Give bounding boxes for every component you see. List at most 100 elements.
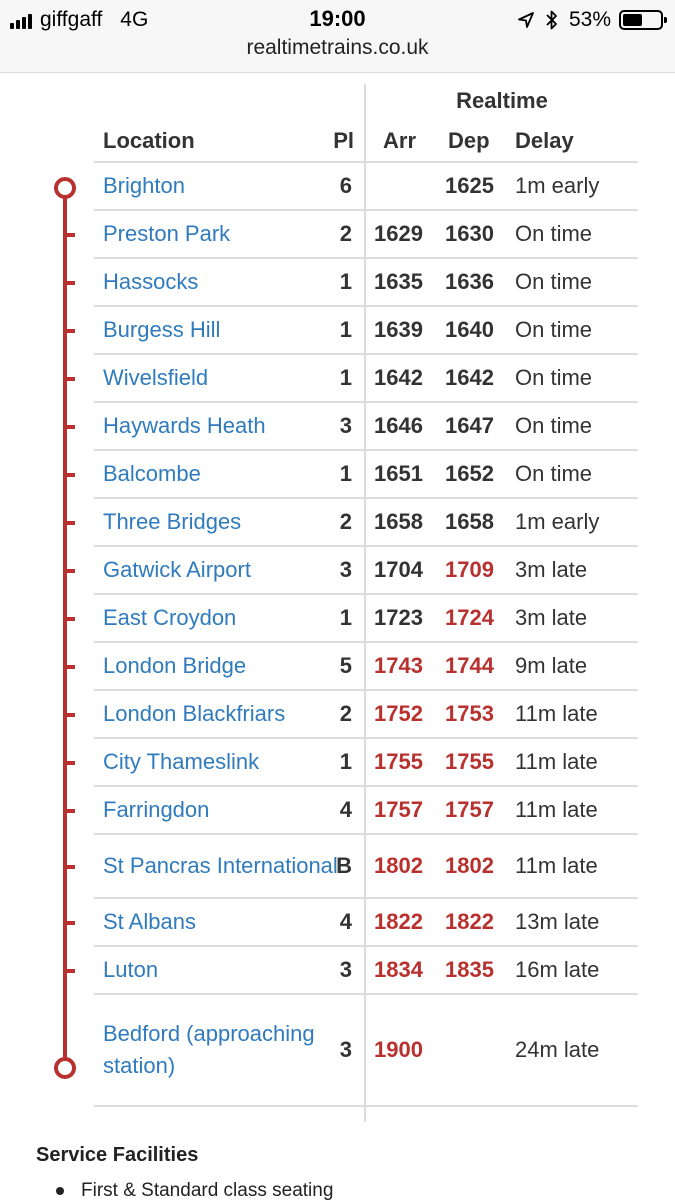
arrival-time: 1834 xyxy=(374,957,423,982)
arrival-time: 1743 xyxy=(374,653,423,678)
departure-time: 1757 xyxy=(445,797,494,822)
platform-cell: 2 xyxy=(339,701,352,726)
table-row: Brighton 6 1625 1m early xyxy=(0,163,675,211)
departure-time: 1744 xyxy=(445,653,494,678)
location-link[interactable]: Farringdon xyxy=(103,787,353,833)
departure-time: 1755 xyxy=(445,749,494,774)
departure-time: 1835 xyxy=(445,957,494,982)
location-link[interactable]: Balcombe xyxy=(103,451,353,497)
location-link[interactable]: Burgess Hill xyxy=(103,307,353,353)
location-link[interactable]: London Blackfriars xyxy=(103,691,353,737)
table-row: Luton 3 1834 1835 16m late xyxy=(0,947,675,995)
delay-status: On time xyxy=(515,269,593,294)
platform-cell: 5 xyxy=(339,653,352,678)
delay-status: 3m late xyxy=(515,605,588,630)
address-bar-url[interactable]: realtimetrains.co.uk xyxy=(0,36,675,60)
location-link[interactable]: Hassocks xyxy=(103,259,353,305)
location-link[interactable]: East Croydon xyxy=(103,595,353,641)
platform-cell: 1 xyxy=(339,749,352,774)
arrival-time: 1822 xyxy=(374,909,423,934)
location-link[interactable]: St Pancras International xyxy=(103,835,353,897)
location-link[interactable]: Brighton xyxy=(103,163,353,209)
delay-status: 11m late xyxy=(515,853,598,878)
delay-status: 24m late xyxy=(515,1037,600,1062)
location-link[interactable]: City Thameslink xyxy=(103,739,353,785)
location-link[interactable]: Bedford (approaching station) xyxy=(103,995,353,1105)
delay-header: Delay xyxy=(515,128,574,153)
location-link[interactable]: Preston Park xyxy=(103,211,353,257)
delay-status: 13m late xyxy=(515,909,600,934)
table-row: East Croydon 1 1723 1724 3m late xyxy=(0,595,675,643)
platform-cell: 4 xyxy=(339,797,352,822)
platform-cell: 1 xyxy=(339,269,352,294)
platform-cell: 4 xyxy=(339,909,352,934)
table-row: Burgess Hill 1 1639 1640 On time xyxy=(0,307,675,355)
arrival-time: 1639 xyxy=(374,317,423,342)
departure-time: 1652 xyxy=(445,461,494,486)
location-link[interactable]: St Albans xyxy=(103,899,353,945)
platform-cell: 3 xyxy=(339,1037,352,1062)
delay-status: On time xyxy=(515,461,593,486)
table-row: Gatwick Airport 3 1704 1709 3m late xyxy=(0,547,675,595)
arrival-time: 1635 xyxy=(374,269,423,294)
platform-cell: 1 xyxy=(339,365,352,390)
departure-time: 1724 xyxy=(445,605,494,630)
delay-status: 3m late xyxy=(515,557,588,582)
departure-time: 1625 xyxy=(445,173,494,198)
arrival-time: 1757 xyxy=(374,797,423,822)
dep-header: Dep xyxy=(448,128,490,153)
arrival-time: 1900 xyxy=(374,1037,423,1062)
table-row: London Blackfriars 2 1752 1753 11m late xyxy=(0,691,675,739)
delay-status: 11m late xyxy=(515,797,598,822)
table-row: Haywards Heath 3 1646 1647 On time xyxy=(0,403,675,451)
table-row: St Pancras International B 1802 1802 11m lat… xyxy=(0,835,675,899)
platform-cell: 3 xyxy=(339,413,352,438)
delay-status: On time xyxy=(515,317,593,342)
table-row: Wivelsfield 1 1642 1642 On time xyxy=(0,355,675,403)
location-arrow-icon xyxy=(518,12,534,28)
departure-time: 1640 xyxy=(445,317,494,342)
arrival-time: 1704 xyxy=(374,557,423,582)
delay-status: On time xyxy=(515,413,593,438)
facility-item-label: First & Standard class seating xyxy=(81,1180,334,1201)
delay-status: On time xyxy=(515,221,593,246)
platform-cell: 1 xyxy=(339,605,352,630)
delay-status: 1m early xyxy=(515,509,600,534)
table-row: Balcombe 1 1651 1652 On time xyxy=(0,451,675,499)
table-row: London Bridge 5 1743 1744 9m late xyxy=(0,643,675,691)
location-link[interactable]: Luton xyxy=(103,947,353,993)
location-link[interactable]: Gatwick Airport xyxy=(103,547,353,593)
facility-item: First & Standard class seating xyxy=(56,1180,333,1202)
platform-cell: 6 xyxy=(339,173,352,198)
table-row: Farringdon 4 1757 1757 11m late xyxy=(0,787,675,835)
delay-status: 11m late xyxy=(515,701,598,726)
row-divider xyxy=(94,1105,638,1107)
arrival-time: 1642 xyxy=(374,365,423,390)
location-header: Location xyxy=(103,128,195,153)
arrival-time: 1651 xyxy=(374,461,423,486)
table-row: Three Bridges 2 1658 1658 1m early xyxy=(0,499,675,547)
arrival-time: 1658 xyxy=(374,509,423,534)
platform-cell: 1 xyxy=(339,317,352,342)
status-right: 53% xyxy=(517,7,667,33)
departure-time: 1822 xyxy=(445,909,494,934)
table-row: Hassocks 1 1635 1636 On time xyxy=(0,259,675,307)
location-link[interactable]: Haywards Heath xyxy=(103,403,353,449)
location-link[interactable]: London Bridge xyxy=(103,643,353,689)
departure-time: 1709 xyxy=(445,557,494,582)
departure-time: 1630 xyxy=(445,221,494,246)
delay-status: On time xyxy=(515,365,593,390)
battery-icon xyxy=(619,10,667,30)
location-link[interactable]: Three Bridges xyxy=(103,499,353,545)
arrival-time: 1646 xyxy=(374,413,423,438)
location-link[interactable]: Wivelsfield xyxy=(103,355,353,401)
departure-time: 1636 xyxy=(445,269,494,294)
departure-time: 1642 xyxy=(445,365,494,390)
platform-header: Pl xyxy=(333,128,354,153)
battery-percent: 53% xyxy=(568,8,611,31)
delay-status: 9m late xyxy=(515,653,588,678)
status-bar: giffgaff 4G 19:00 53% realtimetrains.co.… xyxy=(0,0,675,73)
platform-cell: 3 xyxy=(339,557,352,582)
bullet-icon xyxy=(56,1187,64,1195)
platform-cell: B xyxy=(336,853,352,878)
